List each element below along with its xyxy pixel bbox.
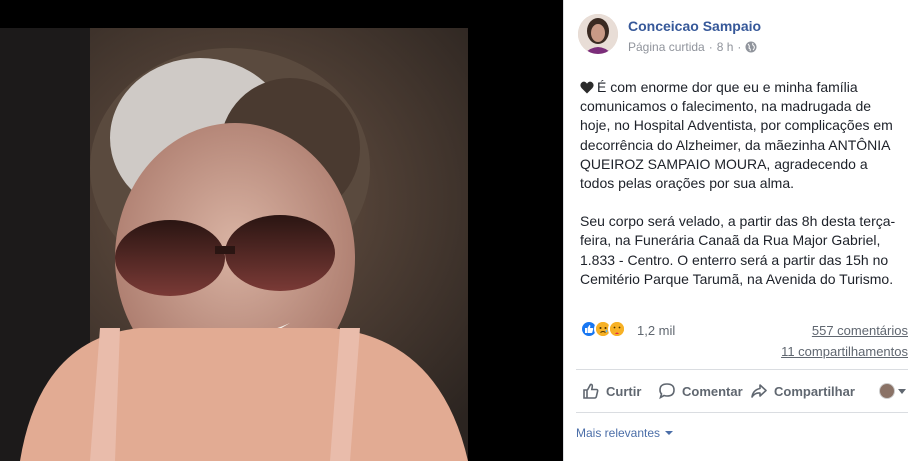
comments-sort-label: Mais relevantes (576, 426, 661, 440)
comment-button[interactable]: Comentar (658, 382, 743, 400)
divider (576, 369, 908, 370)
post-actions: Curtir Comentar Compartilhar (580, 380, 910, 406)
like-button-label: Curtir (606, 383, 642, 399)
page-name[interactable]: Conceicao Sampaio (628, 18, 761, 34)
black-heart-icon (580, 81, 594, 94)
share-button-label: Compartilhar (774, 383, 855, 399)
post-paragraph-2: Seu corpo será velado, a partir das 8h d… (580, 213, 896, 287)
reactions-summary: 1,2 mil 557 comentários 11 compartilhame… (580, 320, 908, 359)
post-side-panel: Conceicao Sampaio Página curtida · 8 h ·… (563, 0, 910, 461)
comment-button-label: Comentar (682, 383, 743, 399)
post-meta: Página curtida · 8 h · (628, 40, 757, 54)
reaction-count[interactable]: 1,2 mil (637, 323, 675, 338)
meta-separator: · (708, 40, 713, 54)
share-arrow-icon (751, 384, 767, 398)
shares-count-link[interactable]: 11 compartilhamentos (781, 344, 908, 359)
post-time[interactable]: 8 h (717, 40, 734, 54)
elderly-woman-photo (0, 28, 468, 461)
reaction-icons[interactable] (580, 320, 626, 338)
share-button[interactable]: Compartilhar (750, 382, 855, 400)
like-button[interactable]: Curtir (582, 382, 641, 400)
care-reaction-icon (608, 320, 626, 338)
page-avatar[interactable] (578, 14, 618, 54)
page-category: Página curtida (628, 40, 705, 54)
post-paragraph-1: É com enorme dor que eu e minha família … (580, 78, 905, 193)
viewer-avatar (879, 383, 895, 399)
viewer-selector[interactable] (879, 383, 906, 399)
post-header: Conceicao Sampaio Página curtida · 8 h · (578, 14, 908, 60)
post-photo[interactable] (0, 28, 468, 461)
comments-sort-dropdown[interactable]: Mais relevantes (576, 426, 674, 440)
thumbs-up-icon (583, 383, 599, 399)
post-paragraph-1-text: É com enorme dor que eu e minha família … (580, 79, 893, 192)
chevron-down-icon (665, 431, 674, 435)
meta-separator: · (737, 40, 742, 54)
photo-viewer (0, 0, 563, 461)
comments-count-link[interactable]: 557 comentários (812, 323, 908, 338)
comment-bubble-icon (659, 383, 675, 400)
post-text: É com enorme dor que eu e minha família … (580, 78, 905, 308)
chevron-down-icon (898, 388, 906, 394)
divider (576, 412, 908, 413)
globe-icon[interactable] (745, 41, 757, 53)
